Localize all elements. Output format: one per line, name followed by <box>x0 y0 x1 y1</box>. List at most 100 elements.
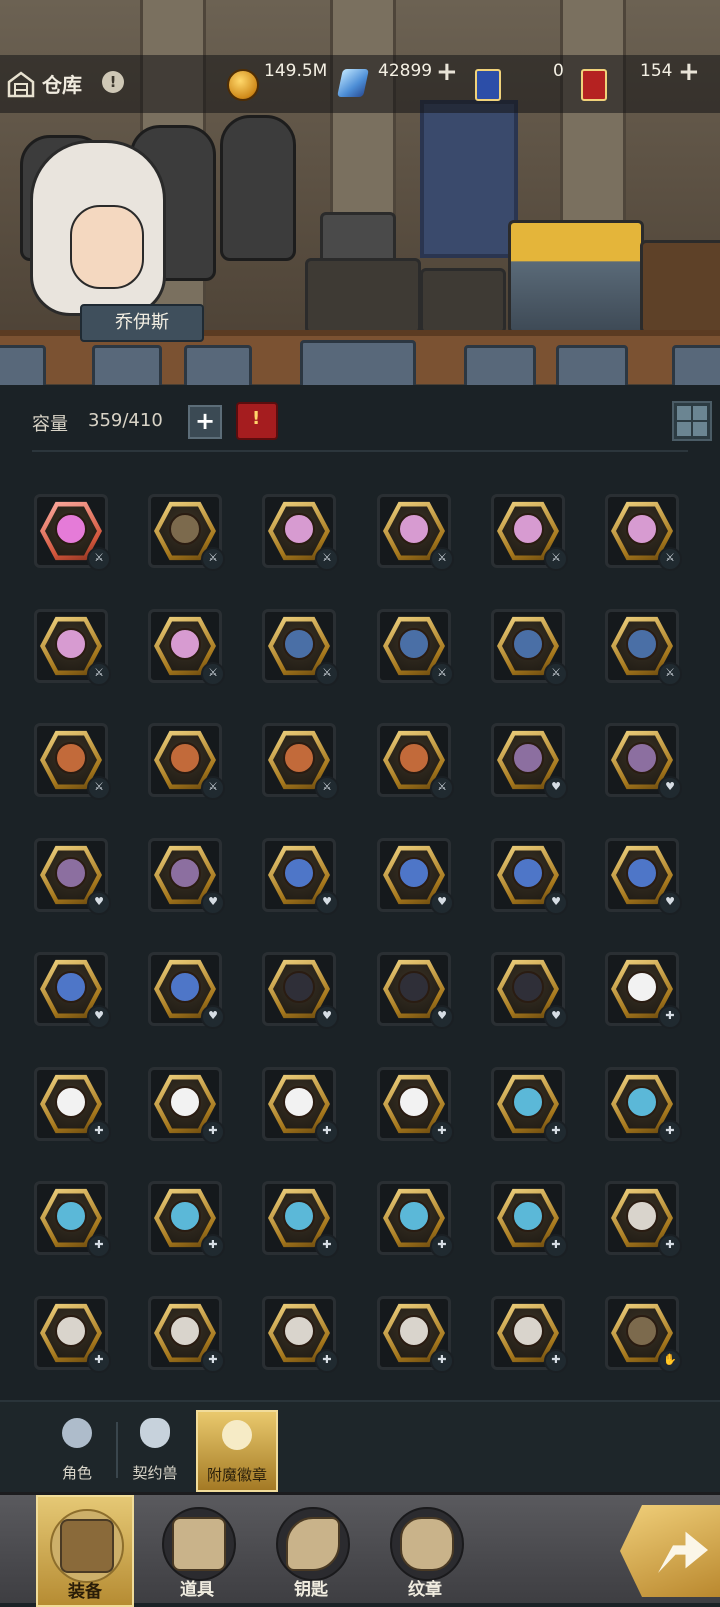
info-icon[interactable]: ! <box>102 71 124 93</box>
item-slot[interactable]: ♥ <box>605 838 682 915</box>
item-slot[interactable]: ✚ <box>148 1181 225 1258</box>
item-slot[interactable]: ⚔ <box>34 609 111 686</box>
item-slot[interactable]: ✚ <box>34 1067 111 1144</box>
item-slot[interactable]: ✚ <box>491 1181 568 1258</box>
portrait-icon <box>55 1200 87 1232</box>
nav-label: 纹章 <box>408 1580 442 1600</box>
item-slot[interactable]: ✚ <box>34 1296 111 1373</box>
item-slot[interactable]: ✚ <box>491 1067 568 1144</box>
item-slot[interactable]: ✚ <box>605 952 682 1029</box>
portrait-icon <box>55 1315 87 1347</box>
portrait-icon <box>626 1086 658 1118</box>
item-slot[interactable]: ⚔ <box>262 723 339 800</box>
slot-type-icon: ♥ <box>544 776 568 800</box>
item-slot[interactable]: ♥ <box>148 952 225 1029</box>
item-slot[interactable]: ✚ <box>605 1181 682 1258</box>
filter-tab-enchant-badge[interactable]: 附魔徽章 <box>196 1410 278 1492</box>
slot-type-icon: ✚ <box>544 1234 568 1258</box>
filter-tabs: 角色 契约兽 附魔徽章 <box>0 1400 720 1492</box>
item-slot[interactable]: ♥ <box>148 838 225 915</box>
filter-tab-character[interactable]: 角色 <box>38 1410 116 1488</box>
item-slot[interactable]: ♥ <box>491 723 568 800</box>
slot-type-icon: ⚔ <box>658 547 682 571</box>
add-diamond-button[interactable]: + <box>436 57 458 87</box>
item-slot[interactable]: ⚔ <box>148 494 225 571</box>
nav-equipment[interactable]: 装备 <box>36 1495 134 1607</box>
item-slot[interactable]: ♥ <box>605 723 682 800</box>
slot-type-icon: ⚔ <box>201 547 225 571</box>
slot-type-icon: ✚ <box>544 1120 568 1144</box>
item-slot[interactable]: ✚ <box>491 1296 568 1373</box>
item-slot[interactable]: ⚔ <box>262 494 339 571</box>
filter-tab-pet[interactable]: 契约兽 <box>116 1410 194 1488</box>
item-slot[interactable]: ♥ <box>491 952 568 1029</box>
character-name[interactable]: 乔伊斯 <box>80 304 204 342</box>
slot-type-icon: ⚔ <box>87 547 111 571</box>
shelf-block <box>0 345 46 385</box>
item-slot[interactable]: ⚔ <box>148 609 225 686</box>
item-slot[interactable]: ♥ <box>34 952 111 1029</box>
item-slot[interactable]: ✚ <box>148 1067 225 1144</box>
item-slot[interactable]: ⚔ <box>262 609 339 686</box>
item-slot[interactable]: ✚ <box>148 1296 225 1373</box>
expand-capacity-button[interactable]: + <box>188 405 222 439</box>
item-slot[interactable]: ⚔ <box>34 494 111 571</box>
portrait-icon <box>283 1315 315 1347</box>
item-slot[interactable]: ⚔ <box>491 609 568 686</box>
item-slot[interactable]: ♥ <box>377 952 454 1029</box>
nav-items[interactable]: 道具 <box>150 1495 244 1603</box>
slot-type-icon: ♥ <box>544 891 568 915</box>
portrait-icon <box>626 1315 658 1347</box>
grid-view-icon[interactable] <box>672 401 712 441</box>
item-slot[interactable]: ✚ <box>377 1067 454 1144</box>
nav-label: 道具 <box>180 1580 214 1600</box>
item-slot[interactable]: ✚ <box>605 1067 682 1144</box>
bottom-nav: 装备 道具 钥匙 纹章 <box>0 1492 720 1607</box>
slot-type-icon: ⚔ <box>315 776 339 800</box>
armor-decoration <box>220 115 296 261</box>
item-slot[interactable]: ✚ <box>377 1296 454 1373</box>
hanging-banner <box>420 100 518 258</box>
portrait-icon <box>169 857 201 889</box>
item-slot[interactable]: ♥ <box>491 838 568 915</box>
item-slot[interactable]: ⚔ <box>605 609 682 686</box>
item-slot[interactable]: ⚔ <box>377 494 454 571</box>
exit-arrow-button[interactable] <box>620 1505 720 1597</box>
item-slot[interactable]: ⚔ <box>491 494 568 571</box>
item-slot[interactable]: ⚔ <box>34 723 111 800</box>
item-slot[interactable]: ✋ <box>605 1296 682 1373</box>
slot-type-icon: ♥ <box>87 1005 111 1029</box>
shelf-block <box>672 345 720 385</box>
gold-coin-icon <box>227 69 259 101</box>
nav-emblems[interactable]: 纹章 <box>378 1495 472 1603</box>
slot-type-icon: ✚ <box>201 1120 225 1144</box>
item-slot[interactable]: ⚔ <box>605 494 682 571</box>
portrait-icon <box>626 857 658 889</box>
item-slot[interactable]: ⚔ <box>377 723 454 800</box>
warehouse-home-icon[interactable] <box>6 69 36 99</box>
item-slot[interactable]: ⚔ <box>377 609 454 686</box>
slot-type-icon: ✚ <box>315 1349 339 1373</box>
nav-keys[interactable]: 钥匙 <box>264 1495 358 1603</box>
portrait-icon <box>169 1086 201 1118</box>
item-slot[interactable]: ♥ <box>34 838 111 915</box>
bag-icon[interactable] <box>236 402 278 440</box>
item-slot[interactable]: ✚ <box>262 1067 339 1144</box>
filter-tab-label: 契约兽 <box>132 1464 178 1482</box>
item-slot[interactable]: ✚ <box>262 1181 339 1258</box>
portrait-icon <box>512 857 544 889</box>
slot-type-icon: ✚ <box>430 1120 454 1144</box>
item-slot[interactable]: ✚ <box>34 1181 111 1258</box>
add-red-ticket-button[interactable]: + <box>678 57 700 87</box>
slot-type-icon: ⚔ <box>430 662 454 686</box>
item-slot[interactable]: ♥ <box>262 838 339 915</box>
item-slot[interactable]: ✚ <box>262 1296 339 1373</box>
item-slot[interactable]: ⚔ <box>148 723 225 800</box>
slot-type-icon: ♥ <box>87 891 111 915</box>
slot-type-icon: ✚ <box>658 1234 682 1258</box>
item-slot[interactable]: ♥ <box>377 838 454 915</box>
item-slot[interactable]: ✚ <box>377 1181 454 1258</box>
portrait-icon <box>169 742 201 774</box>
item-slot[interactable]: ♥ <box>262 952 339 1029</box>
portrait-icon <box>283 513 315 545</box>
